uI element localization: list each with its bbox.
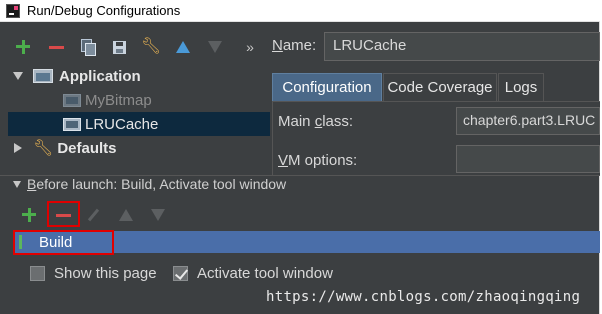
vm-options-label-text: M options: — [288, 152, 358, 169]
vm-options-label-mnemonic: V — [278, 152, 289, 169]
show-this-page-checkbox[interactable] — [30, 266, 45, 281]
name-label-mnemonic: N — [272, 37, 283, 54]
configuration-icon — [63, 93, 81, 107]
move-up-button[interactable] — [172, 34, 194, 60]
tree-item-label: MyBitmap — [85, 91, 152, 109]
configuration-icon — [63, 117, 81, 131]
application-icon — [33, 69, 53, 83]
before-launch-toolbar — [14, 201, 184, 227]
main-class-input[interactable]: chapter6.part3.LRUC — [456, 107, 600, 135]
arrow-down-icon — [151, 209, 165, 221]
activate-tool-window-label: Activate tool window — [197, 265, 333, 282]
configurations-toolbar: 🔧︎ » — [0, 34, 270, 60]
configurations-tree: Application MyBitmap LRUCache 🔧︎ Default… — [8, 62, 270, 174]
arrow-down-icon — [208, 41, 222, 53]
remove-icon — [48, 45, 64, 49]
tab-configuration[interactable]: Configuration — [272, 73, 382, 101]
tree-node-label: Defaults — [57, 139, 117, 157]
watermark: https://www.cnblogs.com/zhaoqingqing — [266, 289, 581, 305]
edit-task-button[interactable] — [80, 203, 106, 227]
save-configuration-button[interactable] — [108, 34, 130, 60]
before-launch-header[interactable]: Before launch: Build, Activate tool wind… — [13, 176, 286, 192]
name-label-text: ame: — [282, 37, 317, 54]
main-class-label: Main class: — [278, 113, 353, 130]
arrow-up-icon — [119, 209, 133, 221]
add-configuration-button[interactable] — [12, 34, 34, 60]
edit-defaults-button[interactable]: 🔧︎ — [140, 34, 162, 60]
main-class-label-text: Main — [278, 113, 315, 130]
remove-configuration-button[interactable] — [45, 34, 67, 60]
show-this-page-checkbox-row[interactable]: Show this page — [30, 265, 157, 282]
wrench-icon: 🔧︎ — [33, 140, 54, 157]
pencil-icon — [87, 208, 99, 222]
more-actions-button[interactable]: » — [238, 34, 260, 60]
save-icon — [112, 40, 126, 54]
run-debug-dialog: Run/Debug Configurations 🔧︎ » Applicatio… — [0, 0, 600, 314]
tab-logs[interactable]: Logs — [498, 73, 544, 101]
tree-item-mybitmap[interactable]: MyBitmap — [8, 88, 270, 112]
intellij-app-icon — [6, 4, 20, 18]
tree-item-lrucache[interactable]: LRUCache — [8, 112, 270, 136]
before-launch-mnemonic: B — [27, 176, 37, 192]
move-task-up-button[interactable] — [113, 203, 139, 227]
add-icon — [16, 40, 30, 54]
name-label: Name: — [272, 37, 316, 54]
collapsed-arrow-icon[interactable] — [14, 143, 22, 153]
activate-tool-window-checkbox[interactable] — [173, 266, 188, 281]
add-task-button[interactable] — [16, 203, 42, 227]
arrow-up-icon — [176, 41, 190, 53]
move-down-button[interactable] — [204, 34, 226, 60]
tree-node-application[interactable]: Application — [8, 64, 270, 88]
expand-arrow-icon — [13, 180, 21, 188]
copy-configuration-button[interactable] — [77, 34, 99, 60]
tab-code-coverage[interactable]: Code Coverage — [383, 73, 497, 101]
chevron-right-double-icon: » — [246, 39, 254, 55]
vm-options-label: VM options: — [278, 152, 357, 169]
tree-item-label: LRUCache — [85, 115, 159, 133]
remove-button-highlight — [47, 201, 80, 227]
move-task-down-button[interactable] — [145, 203, 171, 227]
config-tabs: Configuration Code Coverage Logs — [272, 73, 600, 101]
add-icon — [22, 208, 36, 222]
build-item-highlight — [13, 230, 114, 255]
title-bar: Run/Debug Configurations — [0, 0, 600, 22]
vm-options-input[interactable] — [456, 145, 600, 173]
main-class-label-rest: lass: — [322, 113, 354, 130]
window-title: Run/Debug Configurations — [27, 3, 181, 18]
tree-node-label: Application — [59, 67, 141, 85]
before-launch-title: efore launch: Build, Activate tool windo… — [36, 176, 287, 192]
activate-tool-window-checkbox-row[interactable]: Activate tool window — [173, 265, 333, 282]
wrench-icon: 🔧︎ — [140, 38, 162, 55]
copy-icon — [81, 39, 96, 56]
name-input[interactable]: LRUCache — [324, 32, 600, 61]
expand-arrow-icon[interactable] — [13, 72, 23, 80]
show-this-page-label: Show this page — [54, 265, 157, 282]
tree-node-defaults[interactable]: 🔧︎ Defaults — [8, 136, 270, 160]
